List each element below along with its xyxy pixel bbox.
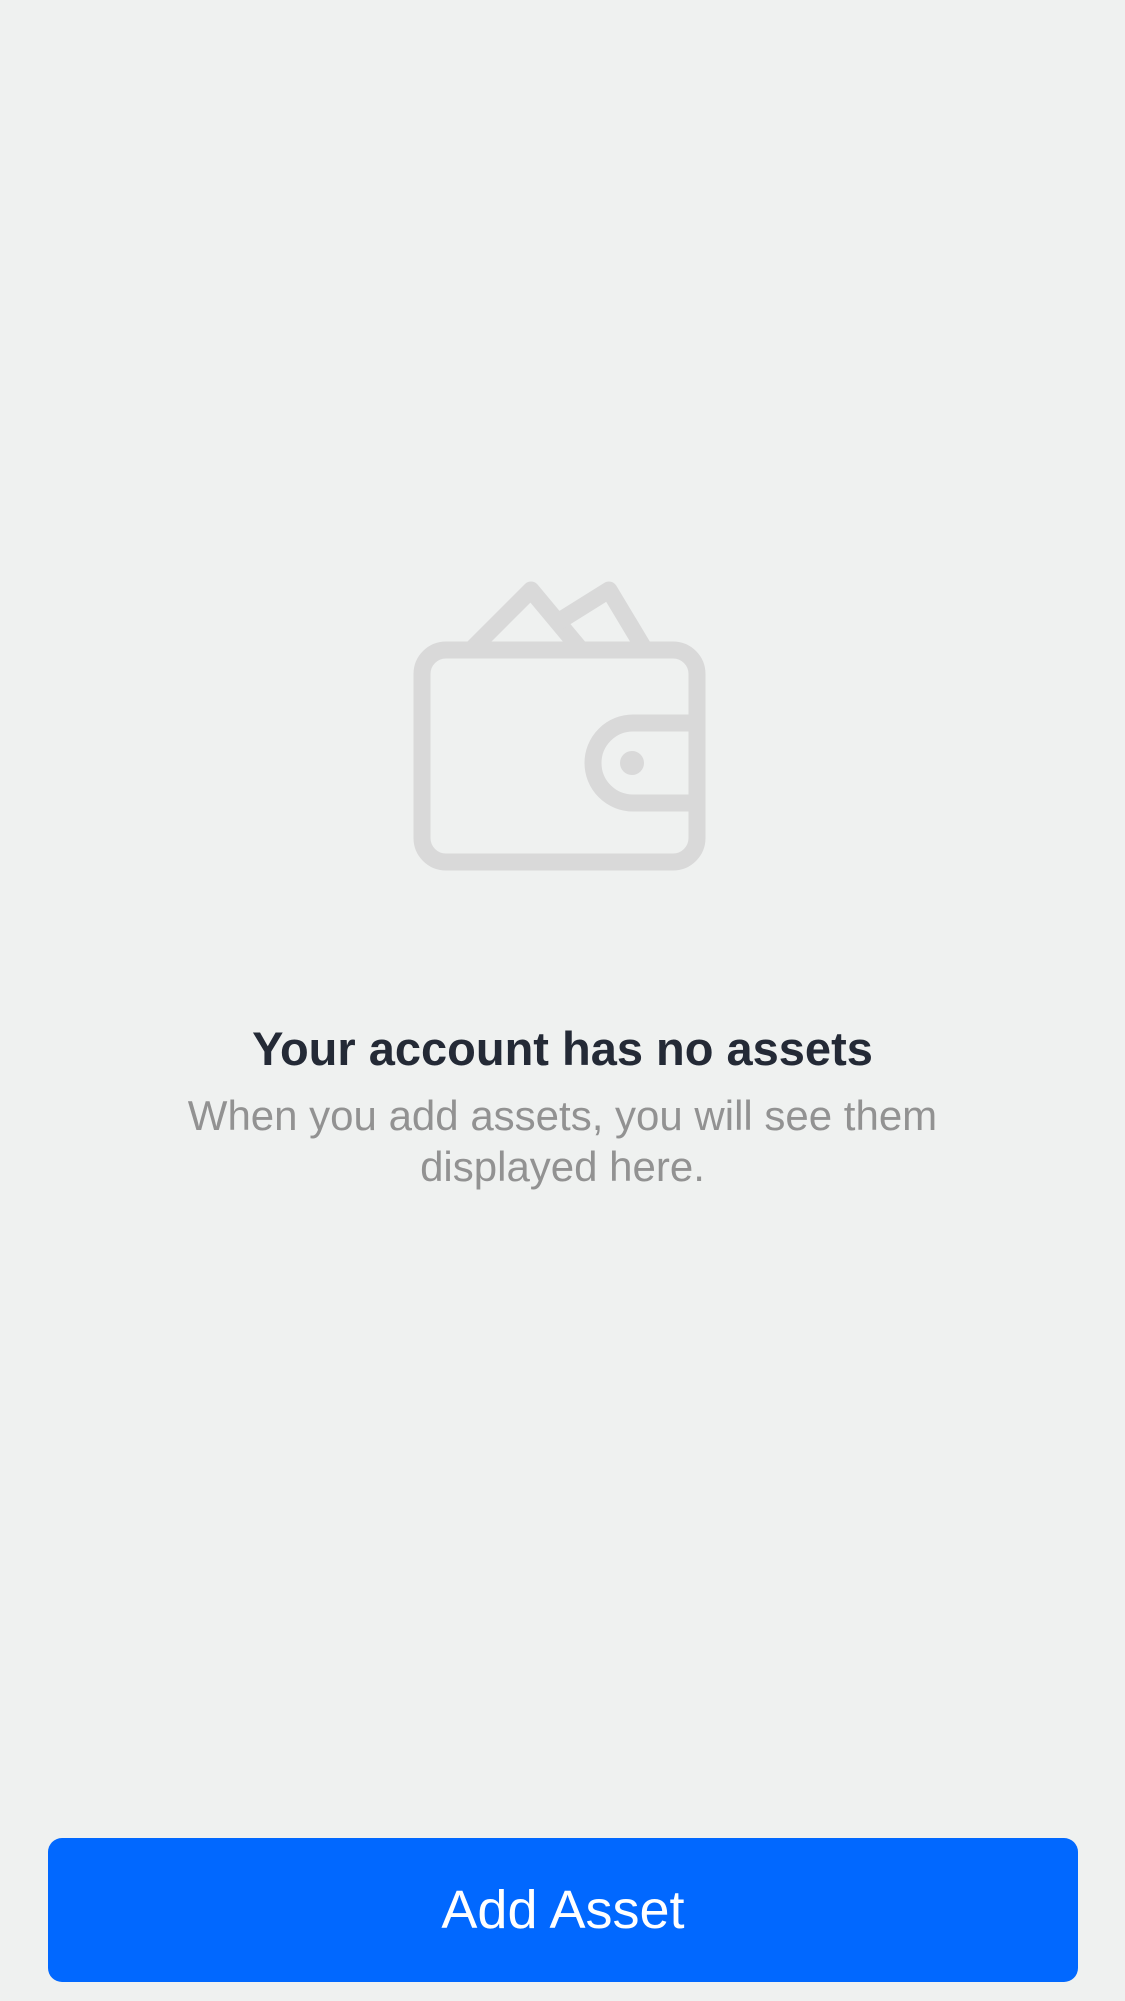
wallet-icon xyxy=(413,581,705,871)
empty-state-subtitle: When you add assets, you will see them d… xyxy=(187,1092,938,1190)
add-asset-button[interactable]: Add Asset xyxy=(48,1838,1078,1982)
empty-state-title: Your account has no assets xyxy=(252,1022,873,1075)
empty-state: Your account has no assets When you add … xyxy=(0,580,1125,1192)
